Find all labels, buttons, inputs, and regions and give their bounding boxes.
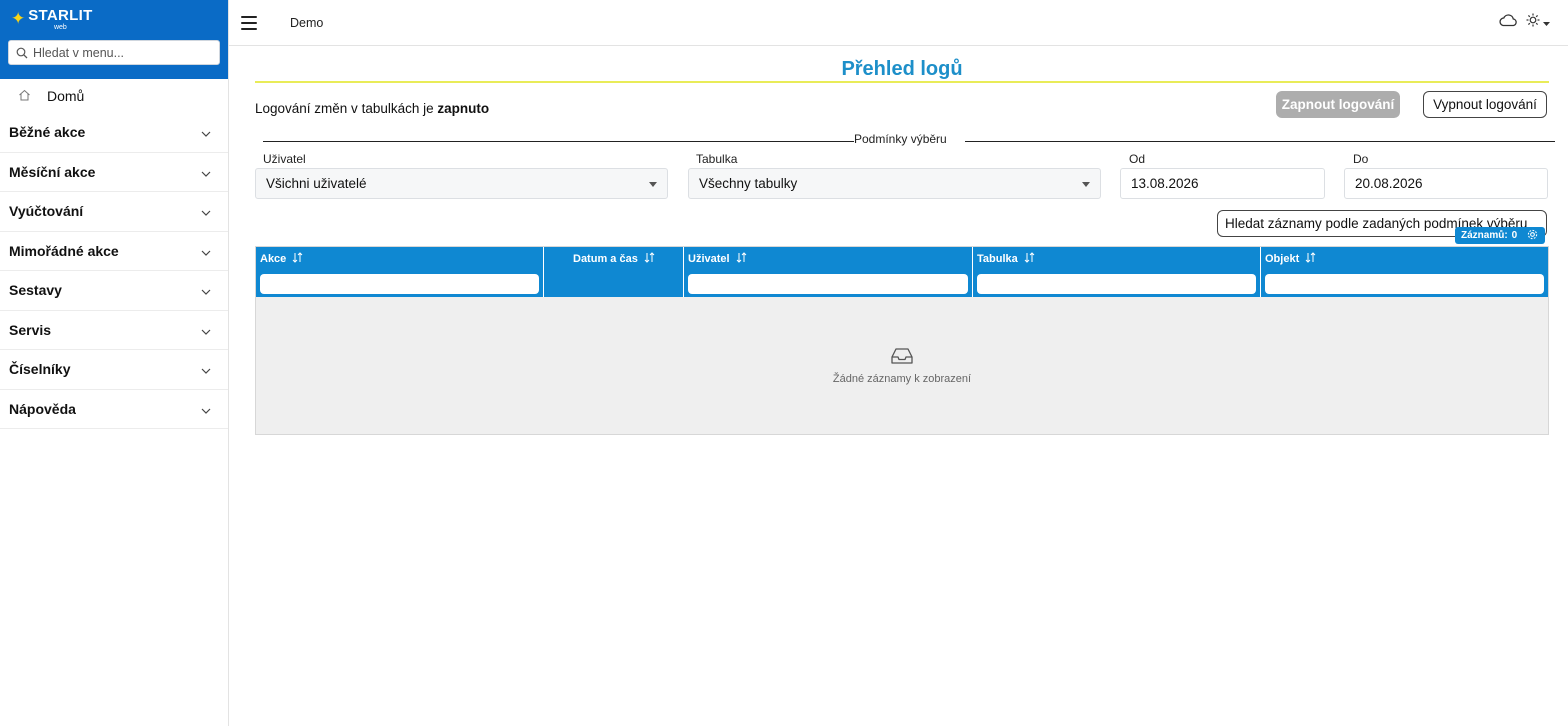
akce-filter-input[interactable] xyxy=(260,274,539,294)
column-label: Datum a čas xyxy=(573,253,638,265)
date-from-label: Od xyxy=(1129,152,1146,166)
grid-header: Akce Datum a čas Uživatel Tabulka Objekt xyxy=(256,247,1548,297)
sidebar-item-vyuctovani[interactable]: Vyúčtování xyxy=(0,192,228,232)
table-filter-label: Tabulka xyxy=(696,152,738,166)
divider xyxy=(263,141,854,142)
logo[interactable]: ✦ STARLIT web xyxy=(8,8,220,40)
column-label: Uživatel xyxy=(688,253,730,265)
logo-sub: web xyxy=(53,24,67,31)
uzivatel-filter-input[interactable] xyxy=(688,274,968,294)
column-label: Akce xyxy=(260,253,287,265)
cloud-icon[interactable] xyxy=(1498,13,1518,32)
sidebar-item-label: Nápověda xyxy=(9,400,76,417)
user-select-value: Všichni uživatelé xyxy=(266,176,367,191)
sidebar-item-ciselniky[interactable]: Číselníky xyxy=(0,350,228,390)
filters: Uživatel Všichni uživatelé Tabulka Všech… xyxy=(255,143,1549,207)
topbar: Demo xyxy=(229,0,1568,46)
sort-icon[interactable] xyxy=(1024,252,1035,266)
date-to-label: Do xyxy=(1353,152,1369,166)
filter-fieldset-legend: Podmínky výběru xyxy=(255,129,1555,146)
sidebar-item-label: Běžné akce xyxy=(9,124,86,141)
app: ✦ STARLIT web Domů Běžné akce xyxy=(0,0,1568,726)
menu-icon[interactable] xyxy=(241,15,257,30)
topbar-actions xyxy=(1498,13,1550,32)
column-label: Objekt xyxy=(1265,253,1300,265)
sort-icon[interactable] xyxy=(1305,252,1316,266)
table-select[interactable]: Všechny tabulky xyxy=(688,168,1101,199)
records-count-value: 0 xyxy=(1511,230,1518,241)
user-filter-label: Uživatel xyxy=(263,152,306,166)
caret-down-icon[interactable] xyxy=(1543,14,1550,32)
logging-status-row: Logování změn v tabulkách je zapnuto Zap… xyxy=(255,83,1549,129)
sidebar-menu: Běžné akce Měsíční akce Vyúčtování Mimoř… xyxy=(0,113,228,429)
sort-icon[interactable] xyxy=(736,252,747,266)
chevron-down-icon xyxy=(201,243,211,259)
column-akce[interactable]: Akce xyxy=(256,247,544,297)
logo-text: STARLIT web xyxy=(28,8,92,31)
logging-status: Logování změn v tabulkách je zapnuto xyxy=(255,101,489,116)
chevron-down-icon xyxy=(201,124,211,140)
records-count-badge: Záznamů: 0 xyxy=(1455,227,1545,244)
chevron-down-icon xyxy=(201,322,211,338)
caret-down-icon xyxy=(1082,182,1090,187)
chevron-down-icon xyxy=(201,361,211,377)
sidebar-item-napoveda[interactable]: Nápověda xyxy=(0,390,228,429)
chevron-down-icon xyxy=(201,282,211,298)
enable-logging-button[interactable]: Zapnout logování xyxy=(1276,91,1400,118)
search-icon xyxy=(16,46,28,64)
logging-status-value: zapnuto xyxy=(437,101,490,116)
sidebar-item-label: Servis xyxy=(9,321,52,338)
menu-search xyxy=(8,40,220,65)
records-count-label: Záznamů: xyxy=(1461,230,1508,241)
tabulka-filter-input[interactable] xyxy=(977,274,1256,294)
log-grid: Akce Datum a čas Uživatel Tabulka Objekt xyxy=(255,246,1549,435)
menu-search-input[interactable] xyxy=(9,41,219,64)
sort-icon[interactable] xyxy=(644,252,655,266)
star-icon: ✦ xyxy=(11,9,26,28)
sort-icon[interactable] xyxy=(292,252,303,266)
gear-icon[interactable] xyxy=(1527,229,1538,243)
sidebar-item-mesicni-akce[interactable]: Měsíční akce xyxy=(0,153,228,192)
sidebar-item-label: Sestavy xyxy=(9,282,62,299)
empty-state: Žádné záznamy k zobrazení xyxy=(256,347,1548,385)
date-to-field[interactable]: 20.08.2026 xyxy=(1344,168,1548,199)
caret-down-icon xyxy=(649,182,657,187)
sidebar-item-sestavy[interactable]: Sestavy xyxy=(0,271,228,311)
objekt-filter-input[interactable] xyxy=(1265,274,1544,294)
column-datum-a-cas[interactable]: Datum a čas xyxy=(544,247,684,297)
home-icon xyxy=(18,88,31,104)
sidebar-item-bezne-akce[interactable]: Běžné akce xyxy=(0,113,228,153)
column-objekt[interactable]: Objekt xyxy=(1261,247,1548,297)
divider xyxy=(965,141,1555,142)
user-select[interactable]: Všichni uživatelé xyxy=(255,168,668,199)
context-label: Demo xyxy=(290,15,324,30)
logo-name: STARLIT xyxy=(28,7,93,24)
date-from-field[interactable]: 13.08.2026 xyxy=(1120,168,1325,199)
chevron-down-icon xyxy=(201,203,211,219)
sidebar-item-label: Vyúčtování xyxy=(9,203,84,220)
column-uzivatel[interactable]: Uživatel xyxy=(684,247,973,297)
sidebar-header: ✦ STARLIT web xyxy=(0,0,228,79)
column-tabulka[interactable]: Tabulka xyxy=(973,247,1261,297)
table-select-value: Všechny tabulky xyxy=(699,176,798,191)
logging-status-text: Logování změn v tabulkách je xyxy=(255,101,438,116)
sidebar-item-label: Číselníky xyxy=(9,361,71,378)
chevron-down-icon xyxy=(201,401,211,417)
main-content: Přehled logů Logování změn v tabulkách j… xyxy=(255,46,1555,207)
sidebar-item-servis[interactable]: Servis xyxy=(0,311,228,350)
column-label: Tabulka xyxy=(977,253,1018,265)
inbox-icon xyxy=(256,347,1548,365)
empty-state-text: Žádné záznamy k zobrazení xyxy=(832,373,972,385)
sidebar-item-mimoradne-akce[interactable]: Mimořádné akce xyxy=(0,232,228,271)
page-title: Přehled logů xyxy=(255,46,1549,83)
sun-icon[interactable] xyxy=(1526,13,1540,32)
sidebar-item-home[interactable]: Domů xyxy=(0,79,228,113)
sidebar-item-home-label: Domů xyxy=(47,88,85,104)
chevron-down-icon xyxy=(201,164,211,180)
disable-logging-button[interactable]: Vypnout logování xyxy=(1423,91,1547,118)
sidebar-item-label: Mimořádné akce xyxy=(9,242,119,259)
sidebar: ✦ STARLIT web Domů Běžné akce xyxy=(0,0,229,726)
sidebar-item-label: Měsíční akce xyxy=(9,163,96,180)
